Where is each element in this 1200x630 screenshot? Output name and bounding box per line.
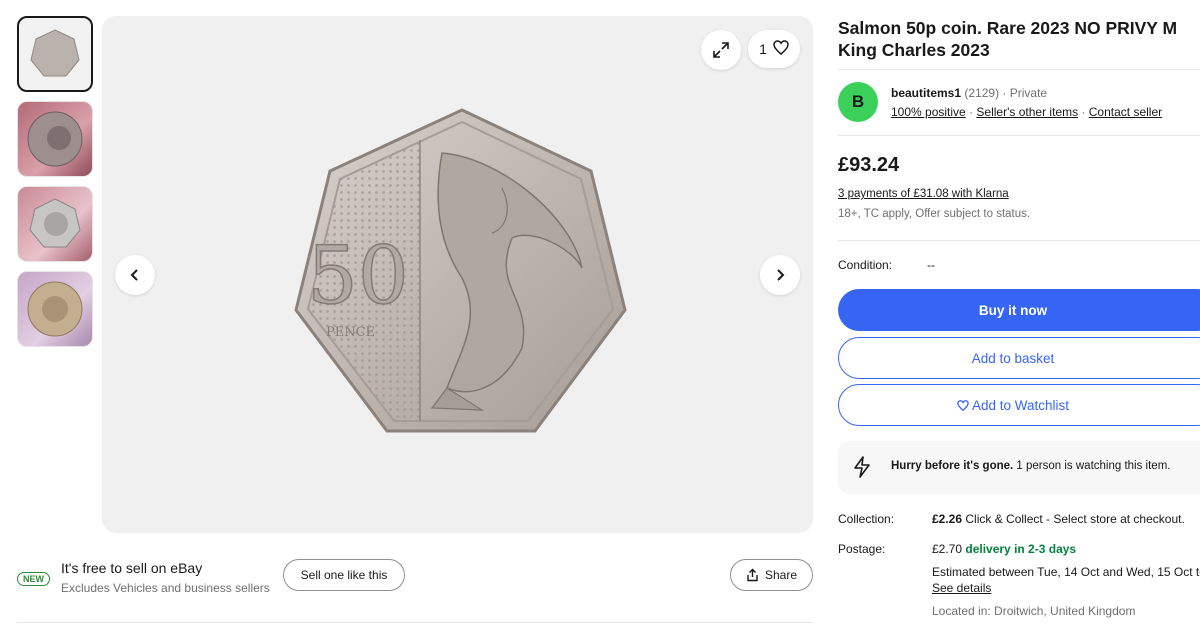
contact-seller-link[interactable]: Contact seller (1089, 105, 1162, 119)
thumbnail-2[interactable] (17, 101, 93, 177)
coin-thumbnail-image (27, 281, 83, 337)
thumbnail-1[interactable] (17, 16, 93, 92)
collection-value: £2.26 Click & Collect - Select store at … (932, 512, 1185, 526)
condition-value: -- (927, 258, 935, 272)
item-title-line-2: King Charles 2023 (838, 40, 990, 60)
coin-denomination-text: PENCE (326, 325, 375, 340)
postage-value: £2.70 delivery in 2-3 days (932, 542, 1076, 556)
share-button-label: Share (764, 568, 798, 582)
collection-price: £2.26 (932, 512, 963, 526)
lightning-icon (854, 456, 870, 478)
item-title-line-1: Salmon 50p coin. Rare 2023 NO PRIVY M (838, 18, 1178, 38)
seller-other-items-link[interactable]: Seller's other items (976, 105, 1078, 119)
sell-one-like-this-button[interactable]: Sell one like this (283, 559, 405, 591)
image-gallery: 1 50 PENCE (102, 16, 813, 533)
favorite-button[interactable]: 1 (748, 30, 800, 68)
thumbnail-3[interactable] (17, 186, 93, 262)
add-to-watchlist-label: Add to Watchlist (971, 397, 1070, 413)
next-image-button[interactable] (760, 255, 800, 295)
favorite-count: 1 (759, 41, 767, 57)
urgency-text: Hurry before it's gone. 1 person is watc… (891, 460, 1170, 472)
see-details-link[interactable]: See details (932, 581, 991, 595)
buy-it-now-button[interactable]: Buy it now (838, 289, 1200, 331)
coin-thumbnail-image (30, 29, 80, 77)
seller-info: beautitems1 (2129) · Private (891, 86, 1047, 100)
add-to-watchlist-button[interactable]: Add to Watchlist (838, 384, 1200, 426)
urgency-banner: Hurry before it's gone. 1 person is watc… (838, 441, 1200, 494)
chevron-left-icon (130, 269, 138, 281)
thumbnail-list (17, 16, 95, 356)
item-location: Located in: Droitwich, United Kingdom (932, 604, 1136, 618)
klarna-link[interactable]: 3 payments of £31.08 with Klarna (838, 188, 1009, 200)
condition-label: Condition: (838, 258, 893, 272)
coin-image: 50 PENCE (294, 108, 627, 433)
seller-name[interactable]: beautitems1 (891, 86, 961, 100)
add-to-basket-button[interactable]: Add to basket (838, 337, 1200, 379)
thumbnail-4[interactable] (17, 271, 93, 347)
postage-label: Postage: (838, 542, 886, 556)
divider (838, 69, 1200, 70)
expand-icon[interactable] (701, 30, 741, 70)
sell-banner-subtitle: Excludes Vehicles and business sellers (61, 581, 270, 595)
seller-positive-link[interactable]: 100% positive (891, 105, 966, 119)
urgency-detail: 1 person is watching this item. (1013, 460, 1171, 472)
sell-button-label: Sell one like this (300, 568, 388, 582)
divider (17, 622, 813, 623)
divider (838, 135, 1200, 136)
collection-text: Click & Collect - Select store at checko… (962, 512, 1185, 526)
add-to-basket-label: Add to basket (971, 350, 1055, 366)
heart-icon (957, 399, 969, 411)
postage-delivery: delivery in 2-3 days (962, 542, 1077, 556)
klarna-note: 18+, TC apply, Offer subject to status. (838, 208, 1031, 220)
coin-thumbnail-image (27, 111, 83, 167)
item-details: Salmon 50p coin. Rare 2023 NO PRIVY M Ki… (838, 0, 1200, 630)
buy-it-now-label: Buy it now (978, 302, 1048, 318)
separator: · (1081, 105, 1089, 119)
chevron-right-icon (777, 269, 785, 281)
share-button[interactable]: Share (730, 559, 813, 591)
seller-avatar[interactable]: B (838, 82, 878, 122)
urgency-bold: Hurry before it's gone. (891, 460, 1014, 472)
coin-value-text: 50 (307, 229, 409, 322)
sell-banner-title: It's free to sell on eBay (61, 560, 203, 576)
seller-links: 100% positive · Seller's other items · C… (891, 105, 1162, 119)
heart-icon (773, 40, 789, 58)
seller-account-type: · Private (1002, 86, 1048, 100)
new-badge: NEW (17, 572, 50, 586)
sell-banner: NEW It's free to sell on eBay Excludes V… (17, 557, 813, 607)
share-icon (747, 568, 758, 582)
item-title: Salmon 50p coin. Rare 2023 NO PRIVY M Ki… (838, 17, 1200, 61)
seller-feedback-count: (2129) (964, 86, 1000, 100)
estimated-delivery: Estimated between Tue, 14 Oct and Wed, 1… (932, 565, 1200, 579)
item-price: £93.24 (838, 154, 900, 176)
postage-price: £2.70 (932, 542, 963, 556)
collection-label: Collection: (838, 512, 895, 526)
divider (838, 240, 1200, 241)
coin-thumbnail-image (29, 198, 81, 248)
previous-image-button[interactable] (115, 255, 155, 295)
